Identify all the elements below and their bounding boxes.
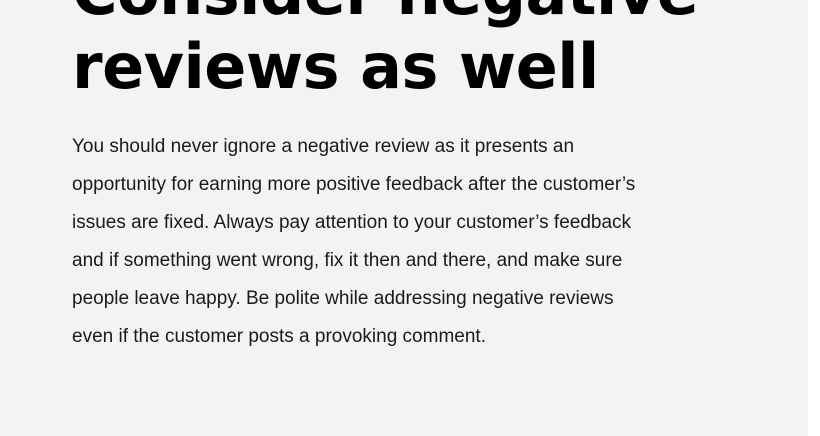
paragraph-line-1: You should never ignore a negative revie… xyxy=(72,136,575,157)
article-section: Consider negative reviews as well You sh… xyxy=(0,0,808,436)
paragraph-line-4: and if something went wrong, fix it then… xyxy=(72,250,623,271)
paragraph-line-6: even if the customer posts a provoking c… xyxy=(72,326,486,347)
paragraph-line-2: opportunity for earning more positive fe… xyxy=(72,174,636,195)
paragraph-line-5: people leave happy. Be polite while addr… xyxy=(72,288,614,309)
paragraph-line-3: issues are fixed. Always pay attention t… xyxy=(72,212,632,233)
heading-line-1: Consider negative xyxy=(72,0,772,30)
section-paragraph: You should never ignore a negative revie… xyxy=(72,128,712,356)
heading-line-2: reviews as well xyxy=(72,30,599,103)
section-heading: Consider negative reviews as well xyxy=(72,0,772,104)
